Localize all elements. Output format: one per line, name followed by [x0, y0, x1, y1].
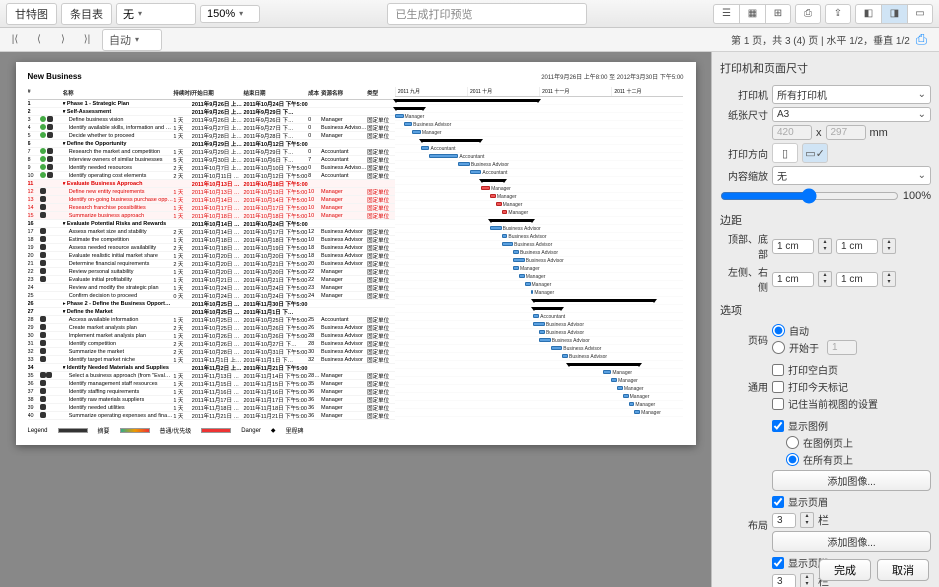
breadcrumb-view1[interactable]: 甘特图: [6, 3, 57, 25]
add-image-button-1[interactable]: 添加图像...: [772, 470, 931, 491]
print-preview-area: 2011年9月26日 上午8:00 至 2012年3月30日 下午5:00 Ne…: [0, 52, 711, 587]
dialog-buttons: 完成 取消: [819, 559, 929, 581]
prev-page-icon[interactable]: ⟨: [30, 34, 48, 45]
margin-left-stepper[interactable]: ▴▾: [818, 271, 832, 287]
view-table-icon[interactable]: ⊞: [765, 4, 791, 24]
cb-print-empty[interactable]: [772, 364, 784, 376]
page-info-label: 第 1 页，共 3 (4) 页 | 水平 1/2，垂直 1/2: [731, 32, 910, 47]
paper-width: 420: [772, 125, 812, 140]
add-image-button-2[interactable]: 添加图像...: [772, 531, 931, 552]
scale-slider[interactable]: [720, 188, 899, 204]
orientation-landscape[interactable]: ▭✓: [802, 143, 828, 163]
export-icon[interactable]: ⇪: [825, 4, 851, 24]
next-page-icon[interactable]: ⟩: [54, 34, 72, 45]
top-toolbar: 甘特图 条目表 无 150% 已生成打印预览 ☰ ▦ ⊞ ⎙ ⇪ ◧ ◨ ▭: [0, 0, 939, 28]
col-res: 资源名称: [321, 89, 367, 97]
printer-select[interactable]: 所有打印机: [772, 85, 931, 104]
margin-bottom-stepper[interactable]: ▴▾: [882, 238, 896, 254]
table-row: 40 Summarize operating expenses and fina…: [28, 412, 395, 420]
section-printer: 打印机和页面尺寸: [720, 58, 931, 82]
paper-height: 297: [826, 125, 866, 140]
radio-legend-page[interactable]: [786, 436, 799, 449]
section-margins: 边距: [720, 212, 931, 228]
col-cost: 成本: [308, 89, 321, 97]
view-list-icon[interactable]: ☰: [713, 4, 739, 24]
print-icon[interactable]: ⎙: [795, 4, 821, 24]
footer-cols[interactable]: 3: [772, 574, 796, 587]
margin-top-stepper[interactable]: ▴▾: [818, 238, 832, 254]
margin-right[interactable]: 1 cm: [836, 272, 878, 287]
paper-page: 2011年9月26日 上午8:00 至 2012年3月30日 下午5:00 Ne…: [16, 62, 696, 445]
cb-show-legend[interactable]: [772, 420, 784, 432]
inspector-3-icon[interactable]: ▭: [907, 4, 933, 24]
header-cols[interactable]: 3: [772, 513, 796, 528]
cb-print-today[interactable]: [772, 381, 784, 393]
task-table: # 名称 持续时间 开始日期 结束日期 成本 资源名称 类型 1▾ Phase …: [28, 87, 395, 420]
col-type: 类型: [367, 89, 395, 97]
col-end: 结束日期: [243, 89, 308, 97]
col-start: 开始日期: [192, 89, 244, 97]
start-page-field[interactable]: 1: [827, 340, 857, 355]
margin-left[interactable]: 1 cm: [772, 272, 814, 287]
view-calendar-icon[interactable]: ▦: [739, 4, 765, 24]
radio-all-pages[interactable]: [786, 453, 799, 466]
filter-select[interactable]: 无: [116, 3, 196, 25]
cb-remember-view[interactable]: [772, 398, 784, 410]
col-id: #: [28, 89, 41, 97]
radio-start-paging[interactable]: [772, 341, 785, 354]
last-page-icon[interactable]: ⟩|: [78, 34, 96, 45]
footer-cols-stepper[interactable]: ▴▾: [800, 573, 814, 587]
margin-right-stepper[interactable]: ▴▾: [882, 271, 896, 287]
section-options: 选项: [720, 302, 931, 318]
first-page-icon[interactable]: |⟨: [6, 34, 24, 45]
zoom-select[interactable]: 150%: [200, 5, 260, 23]
gantt-chart: 2011 九月2011 十月2011 十一月2011 十二月 ManagerBu…: [395, 87, 684, 420]
print-preview-icon[interactable]: ⎙: [916, 31, 933, 48]
paper-size-select[interactable]: A3: [772, 107, 931, 122]
radio-auto-paging[interactable]: [772, 324, 785, 337]
preview-status-field: 已生成打印预览: [387, 3, 587, 25]
inspector-1-icon[interactable]: ◧: [855, 4, 881, 24]
page-nav-bar: |⟨ ⟨ ⟩ ⟩| 自动 第 1 页，共 3 (4) 页 | 水平 1/2，垂直…: [0, 28, 939, 52]
cb-show-footer[interactable]: [772, 557, 784, 569]
margin-top[interactable]: 1 cm: [772, 239, 814, 254]
page-fit-select[interactable]: 自动: [102, 29, 162, 51]
orientation-portrait[interactable]: ▯: [772, 143, 798, 163]
breadcrumb-view2[interactable]: 条目表: [61, 3, 112, 25]
cancel-button[interactable]: 取消: [877, 559, 929, 581]
date-range-label: 2011年9月26日 上午8:00 至 2012年3月30日 下午5:00: [541, 72, 683, 81]
margin-bottom[interactable]: 1 cm: [836, 239, 878, 254]
col-name: 名称: [63, 89, 174, 97]
header-cols-stepper[interactable]: ▴▾: [800, 512, 814, 528]
cb-show-header[interactable]: [772, 496, 784, 508]
done-button[interactable]: 完成: [819, 559, 871, 581]
col-dur: 持续时间: [173, 89, 191, 97]
inspector-2-icon[interactable]: ◨: [881, 4, 907, 24]
scale-select[interactable]: 无: [772, 166, 931, 185]
legend: Legend 摘要 普通/优先级 Danger ◆里程碑: [28, 426, 684, 435]
inspector-panel: 打印机和页面尺寸 打印机所有打印机 纸张尺寸A3 420x297mm 打印方向 …: [711, 52, 939, 587]
